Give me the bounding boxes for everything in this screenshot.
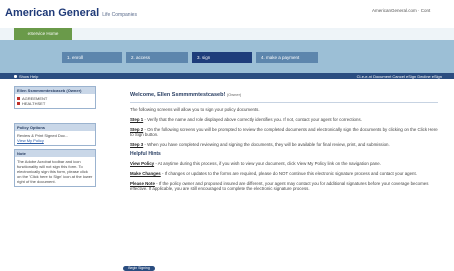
policy-options-panel: Policy Options Review & Print Signed Doc…: [14, 123, 96, 146]
esign-actions[interactable]: Cl-e-e-ni Document Cancel eSign Decline …: [357, 74, 442, 79]
note-text: The Adobe Acrobat toolbar and icon funct…: [17, 159, 93, 184]
show-help-label: Show Help: [19, 74, 39, 79]
hint-view-policy: View Policy - At anytime during this pro…: [130, 160, 381, 166]
step-list: 1. enroll 2. access 3. sign 4. make a pa…: [62, 52, 318, 63]
step-3-instruction: Step 3 - When you have completed reviewi…: [130, 142, 390, 148]
document-status-icon: [17, 97, 20, 100]
role-label: (Owner): [226, 92, 242, 97]
step-access[interactable]: 2. access: [126, 52, 188, 63]
page-title: Welcome, Ellen Ssmmmmtestcaseb! (Owner): [130, 92, 438, 98]
top-link[interactable]: AmericanGeneral.com · Cont: [372, 8, 430, 13]
step-1-instruction: Step 1 - Verify that the name and role d…: [130, 116, 362, 122]
begin-signing-button[interactable]: Begin Signing: [123, 266, 155, 271]
steps-bar: 1. enroll 2. access 3. sign 4. make a pa…: [0, 40, 454, 73]
help-bar: Show Help Cl-e-e-ni Document Cancel eSig…: [0, 73, 454, 79]
show-help-button[interactable]: Show Help: [14, 74, 38, 79]
owner-panel: Ellen Ssmmmmtestcaseb (Owner) AGREEMENT …: [14, 86, 96, 109]
divider: [130, 102, 438, 103]
step-sign[interactable]: 3. sign: [192, 52, 252, 63]
tab-strip: eService Home: [0, 28, 454, 40]
view-my-policy-link[interactable]: View My Policy: [17, 138, 93, 143]
helpful-hints-heading: Helpful Hints: [130, 150, 161, 157]
main-content: Welcome, Ellen Ssmmmmtestcaseb! (Owner) …: [130, 92, 438, 192]
document-status-icon: [17, 102, 20, 105]
step-make-payment[interactable]: 4. make a payment: [256, 52, 318, 63]
welcome-text: Welcome, Ellen Ssmmmmtestcaseb!: [130, 92, 226, 98]
document-label: HEALTHSET: [22, 101, 46, 106]
tab-eservice-home[interactable]: eService Home: [14, 28, 72, 40]
brand-subtitle: Life Companies: [102, 12, 137, 18]
step-enroll[interactable]: 1. enroll: [62, 52, 122, 63]
step-2-instruction: Step 2 - On the following screens you wi…: [130, 126, 438, 138]
note-panel: Note The Adobe Acrobat toolbar and icon …: [14, 149, 96, 187]
note-header: Note: [15, 150, 95, 157]
hint-please-note: Please Note - If the policy owner and pr…: [130, 180, 429, 192]
document-item[interactable]: HEALTHSET: [17, 101, 93, 106]
top-header: American General Life Companies American…: [0, 0, 454, 28]
help-icon: [14, 75, 17, 79]
hint-make-changes: Make Changes - If changes or updates to …: [130, 170, 417, 176]
owner-panel-header: Ellen Ssmmmmtestcaseb (Owner): [15, 87, 95, 94]
intro-text: The following screens will allow you to …: [130, 107, 260, 112]
brand-logo[interactable]: American General Life Companies: [5, 7, 137, 19]
policy-options-header: Policy Options: [15, 124, 95, 131]
brand-name: American General: [5, 7, 100, 19]
